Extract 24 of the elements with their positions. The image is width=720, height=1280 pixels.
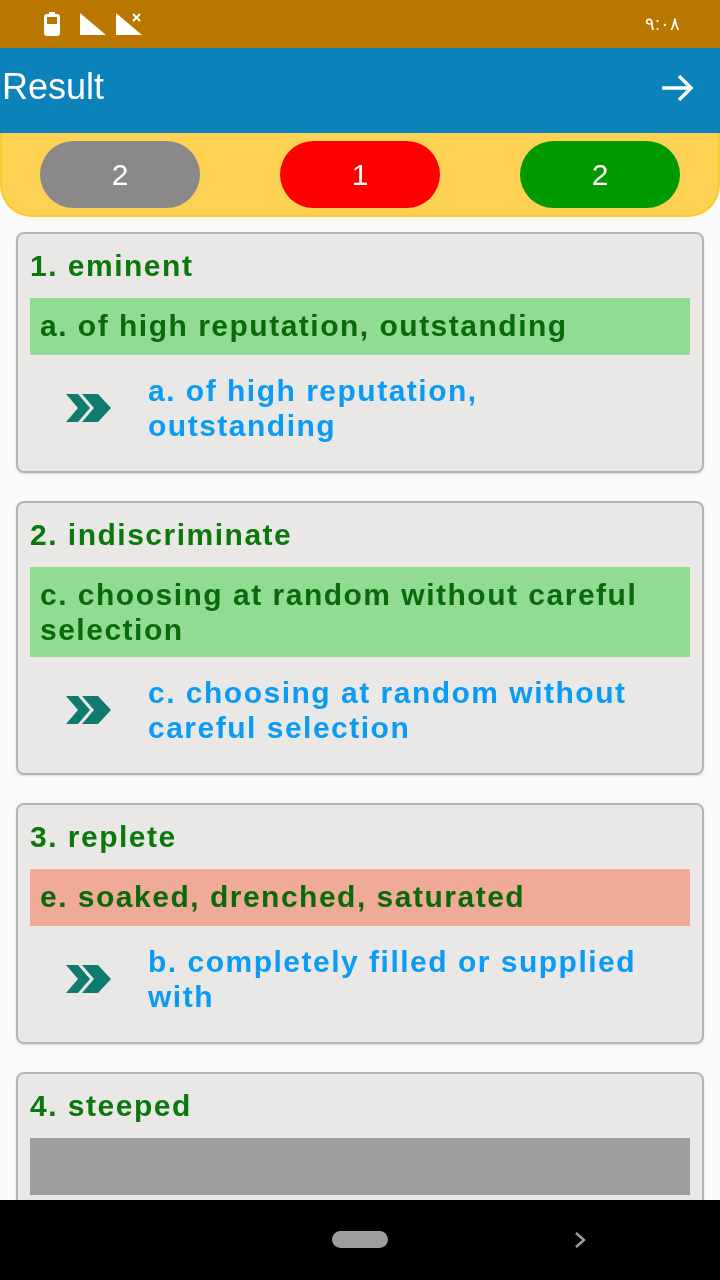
double-chevron-icon — [66, 392, 112, 424]
double-chevron-icon — [66, 963, 112, 995]
battery-icon — [44, 12, 60, 36]
no-signal-icon — [116, 13, 142, 35]
signal-icon — [80, 13, 106, 35]
question-title: 2. indiscriminate — [30, 517, 294, 553]
chosen-answer: a. of high reputation, outstanding — [30, 298, 690, 355]
question-title: 4. steeped — [30, 1088, 193, 1124]
count-pill: 1 — [280, 140, 440, 208]
question-title: 1. eminent — [30, 248, 195, 284]
chosen-answer: c. choosing at random without careful selection — [30, 567, 690, 657]
question-title: 3. replete — [30, 819, 178, 855]
correct-answer: c. choosing at random without careful selection — [148, 675, 628, 745]
clock: ٩:٠٨ — [645, 12, 680, 36]
count-pill: 2 — [40, 140, 200, 208]
app-title: Result — [1, 64, 105, 109]
count-pill: 2 — [520, 140, 680, 208]
double-chevron-icon — [66, 694, 112, 726]
chevron-right-icon[interactable] — [574, 1231, 586, 1249]
correct-answer: b. completely filled or supplied with — [148, 944, 638, 1014]
forward-arrow-icon[interactable] — [660, 73, 694, 102]
home-pill[interactable] — [332, 1231, 388, 1248]
chosen-answer: e. soaked, drenched, saturated — [30, 869, 690, 926]
correct-answer: a. of high reputation, outstanding — [148, 373, 479, 443]
